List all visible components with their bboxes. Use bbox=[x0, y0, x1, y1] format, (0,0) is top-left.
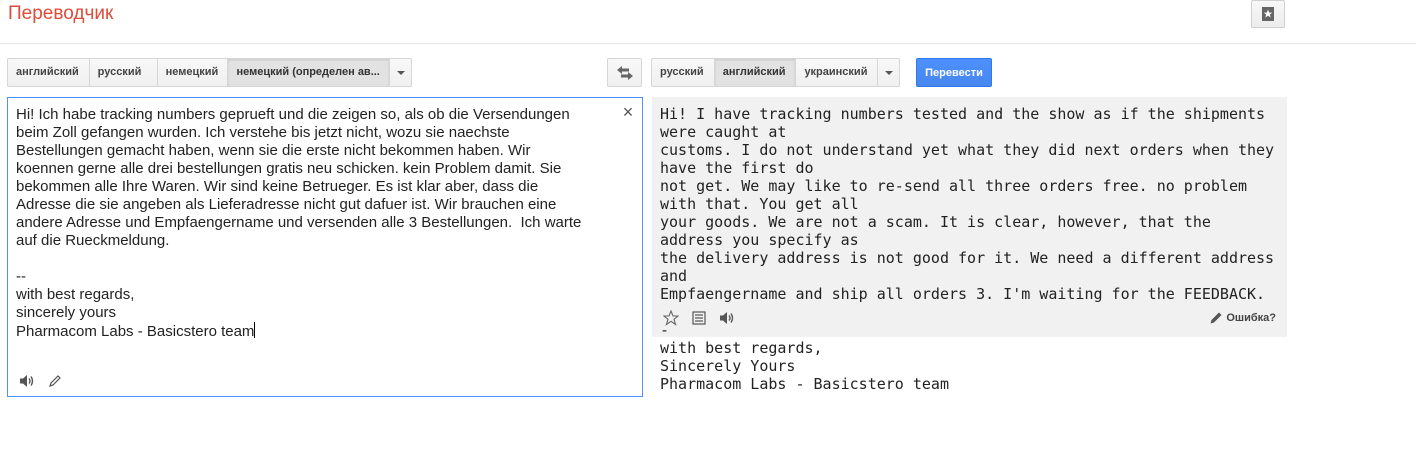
pencil-icon[interactable] bbox=[46, 372, 64, 390]
app-title[interactable]: Переводчик bbox=[8, 3, 113, 25]
header-divider bbox=[0, 43, 1416, 44]
source-text[interactable]: Hi! Ich habe tracking numbers geprueft u… bbox=[16, 106, 616, 341]
pencil-icon bbox=[1209, 311, 1223, 325]
target-lang-english[interactable]: английский bbox=[714, 59, 797, 86]
report-error-link[interactable]: Ошибка? bbox=[1209, 311, 1276, 325]
source-toolbar bbox=[18, 372, 64, 390]
speaker-icon[interactable] bbox=[718, 309, 736, 327]
target-lang-russian[interactable]: русский bbox=[652, 59, 715, 86]
source-text-content: Hi! Ich habe tracking numbers geprueft u… bbox=[16, 106, 582, 340]
source-lang-english[interactable]: английский bbox=[8, 59, 90, 86]
source-lang-dropdown[interactable] bbox=[390, 59, 411, 86]
phrasebook-button[interactable] bbox=[1251, 0, 1285, 28]
source-lang-detected[interactable]: немецкий (определен ав... bbox=[228, 59, 391, 86]
result-text[interactable]: Hi! I have tracking numbers tested and t… bbox=[660, 105, 1280, 393]
target-language-bar: русский английский украинский bbox=[651, 58, 900, 87]
list-icon[interactable] bbox=[690, 309, 708, 327]
text-cursor bbox=[254, 322, 256, 338]
target-lang-ukrainian[interactable]: украинский bbox=[796, 59, 879, 86]
star-icon[interactable] bbox=[662, 309, 680, 327]
source-textarea[interactable]: Hi! Ich habe tracking numbers geprueft u… bbox=[7, 97, 643, 397]
target-lang-dropdown[interactable] bbox=[878, 59, 899, 86]
source-lang-german[interactable]: немецкий bbox=[158, 59, 229, 86]
chevron-down-icon bbox=[396, 70, 405, 75]
swap-icon bbox=[616, 64, 634, 82]
speaker-icon[interactable] bbox=[18, 372, 36, 390]
translate-button[interactable]: Перевести bbox=[916, 58, 992, 87]
swap-languages-button[interactable] bbox=[607, 58, 642, 87]
result-toolbar bbox=[662, 309, 736, 327]
source-language-bar: английский русский немецкий немецкий (оп… bbox=[7, 58, 412, 87]
result-panel: Hi! I have tracking numbers tested and t… bbox=[652, 97, 1287, 393]
clear-button[interactable]: × bbox=[620, 103, 636, 121]
report-error-label: Ошибка? bbox=[1226, 312, 1276, 324]
source-lang-russian[interactable]: русский bbox=[90, 59, 158, 86]
chevron-down-icon bbox=[884, 70, 893, 75]
phrasebook-icon bbox=[1259, 5, 1277, 23]
